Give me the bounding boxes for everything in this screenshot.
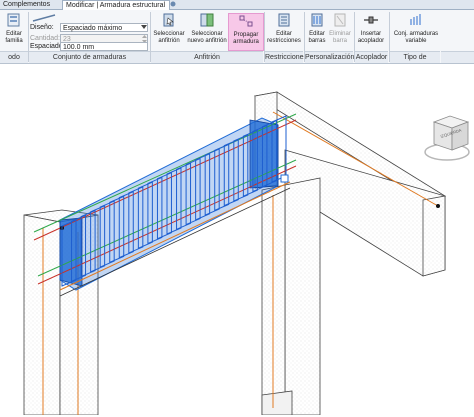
insert-coupler-icon [364, 16, 378, 24]
3d-model-drawing [23, 91, 447, 416]
ribbon: Editar familia odo Diseño: Espaciado máx… [0, 10, 474, 72]
edit-constraints-label: Editar restricciones [267, 31, 301, 44]
delete-bar-label: Eliminar barra [329, 31, 351, 44]
tab-extra-icon[interactable] [166, 0, 182, 9]
select-new-host-label: Seleccionar nuevo anfitrión [187, 31, 227, 44]
layout-select[interactable]: Espaciado máximo [60, 23, 148, 32]
concrete-frame-right [253, 91, 447, 416]
tab-dropdown-icon [170, 1, 176, 7]
propagate-rebar-button[interactable]: Propagar armadura [228, 13, 264, 51]
propagate-rebar-label: Propagar armadura [233, 32, 259, 45]
group-label-conjunto: Conjunto de armaduras [29, 51, 150, 63]
edit-family-icon [7, 13, 20, 27]
group-label-modo: odo [0, 51, 28, 63]
group-label-anfitrion: Anfitrión [151, 51, 263, 63]
chevron-down-icon [141, 25, 147, 29]
edit-family-label: Editar familia [5, 31, 23, 44]
delete-bar-icon [334, 13, 346, 27]
edit-bars-label: Editar barras [308, 31, 326, 44]
variable-rebar-set-label: Conj. armaduras variable [393, 31, 439, 44]
propagate-rebar-icon [239, 15, 253, 27]
group-label-acoplador: Acoplador [355, 51, 388, 63]
rebar-cage-selected[interactable] [33, 113, 297, 297]
select-host-button[interactable]: Seleccionar anfitrión [152, 13, 186, 45]
tab-complementos[interactable]: Complementos [0, 0, 64, 9]
delete-bar-button[interactable]: Eliminar barra [329, 13, 351, 45]
ribbon-tabs: Complementos Modificar | Armadura estruc… [0, 0, 474, 10]
bar-end-marker [436, 204, 440, 208]
cantidad-label: Cantidad: [30, 35, 60, 42]
diseno-label: Diseño: [30, 24, 54, 31]
insert-coupler-button[interactable]: Insertar acoplador [356, 13, 386, 45]
insert-coupler-label: Insertar acoplador [357, 31, 385, 44]
selection-grip[interactable] [280, 174, 289, 183]
edit-bars-icon [311, 13, 323, 27]
spacing-field[interactable]: 100.0 mm [60, 42, 148, 51]
group-label-tipo-conjunto: Tipo de conjunto [390, 51, 440, 72]
group-label-restricciones: Restricciones [265, 51, 307, 63]
viewcube[interactable]: IZQUIERDA [420, 112, 474, 164]
edit-bars-button[interactable]: Editar barras [306, 13, 328, 45]
select-host-label: Seleccionar anfitrión [153, 31, 185, 44]
tab-modificar-armadura[interactable]: Modificar | Armadura estructural [62, 0, 170, 10]
group-label-filler [441, 51, 474, 63]
edit-constraints-button[interactable]: Editar restricciones [266, 13, 302, 45]
edit-constraints-icon [278, 13, 290, 27]
select-new-host-button[interactable]: Seleccionar nuevo anfitrión [187, 13, 227, 45]
variable-rebar-set-button[interactable]: Conj. armaduras variable [391, 13, 441, 45]
edit-family-button[interactable]: Editar familia [2, 13, 26, 45]
select-host-icon [163, 13, 174, 27]
rebar-type-icon [32, 14, 56, 22]
group-label-personalizacion: Personalización [305, 51, 354, 63]
select-new-host-icon [200, 13, 214, 27]
3d-view-canvas[interactable]: IZQUIERDA [0, 64, 474, 416]
variable-rebar-set-icon [410, 14, 421, 25]
